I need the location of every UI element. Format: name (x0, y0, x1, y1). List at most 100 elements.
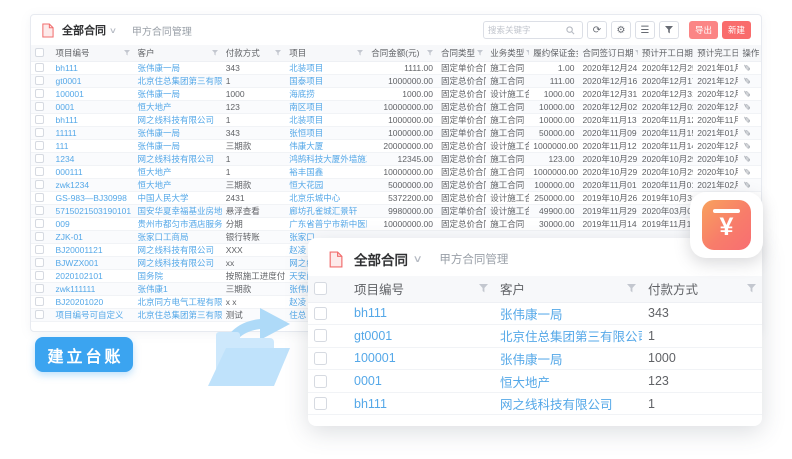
edit-icon[interactable]: ✎ (741, 90, 752, 98)
row-checkbox[interactable] (35, 193, 44, 202)
cell-customer[interactable]: 北京住总集团第三有限公司 (134, 74, 222, 87)
filter-icon[interactable] (477, 50, 483, 56)
cell-customer[interactable]: 中国人民大学 (134, 191, 222, 204)
cell-customer[interactable]: 张伟康一局 (134, 126, 222, 139)
cell-project[interactable]: 伟康大厦 (285, 139, 367, 152)
cell-project_no[interactable]: 5715021503190101 (52, 204, 134, 217)
cell-project_no[interactable]: ZJK-01 (52, 230, 134, 243)
cell-project_no[interactable]: BJ20201020 (52, 295, 134, 308)
cell-project_no[interactable]: bh111 (348, 392, 494, 415)
cell-customer[interactable]: 恒大地产 (494, 370, 642, 393)
cell-customer[interactable]: 张伟康一局 (494, 347, 642, 370)
cell-customer[interactable]: 恒大地产 (134, 165, 222, 178)
filter-icon[interactable] (627, 284, 636, 293)
create-ledger-button[interactable]: 建立台账 (35, 337, 133, 372)
cell-project_no[interactable]: 2020102101 (52, 269, 134, 282)
cell-project_no[interactable]: bh111 (348, 302, 494, 325)
ledger-fab[interactable]: ¥ (690, 192, 763, 258)
edit-icon[interactable]: ✎ (741, 129, 752, 137)
row-checkbox[interactable] (35, 219, 44, 228)
cell-project_no[interactable]: 11111 (52, 126, 134, 139)
cell-project[interactable]: 北装项目 (285, 113, 367, 126)
filter-icon[interactable] (635, 50, 637, 56)
cell-project_no[interactable]: GS-983—BJ30998 (52, 191, 134, 204)
cell-project_no[interactable]: 项目编号可自定义 (52, 308, 134, 321)
cell-project[interactable]: 国泰项目 (285, 74, 367, 87)
cell-customer[interactable]: 张家口工商局 (134, 230, 222, 243)
cell-customer[interactable]: 恒大地产 (134, 178, 222, 191)
edit-icon[interactable]: ✎ (741, 77, 752, 85)
cell-customer[interactable]: 网之线科技有限公司 (134, 256, 222, 269)
cell-project[interactable]: 北装项目 (285, 61, 367, 74)
cell-project_no[interactable]: 0001 (348, 370, 494, 393)
filter-icon[interactable] (659, 21, 679, 39)
cell-project_no[interactable]: 000111 (52, 165, 134, 178)
cell-customer[interactable]: 张伟康一局 (494, 302, 642, 325)
cell-project[interactable]: 鸿鹄科技大厦外墙施工项目 (285, 152, 367, 165)
cell-project_no[interactable]: BJWZX001 (52, 256, 134, 269)
edit-icon[interactable]: ✎ (741, 116, 752, 124)
row-checkbox[interactable] (314, 397, 327, 410)
export-button[interactable]: 导出 (689, 21, 718, 39)
cell-customer[interactable]: 国安华夏幸福基业房地产… (134, 204, 222, 217)
row-checkbox[interactable] (35, 232, 44, 241)
row-checkbox[interactable] (35, 245, 44, 254)
cell-project_no[interactable]: BJ20001121 (52, 243, 134, 256)
row-checkbox[interactable] (35, 258, 44, 267)
search-input[interactable] (488, 25, 566, 35)
row-checkbox[interactable] (35, 206, 44, 215)
row-checkbox[interactable] (35, 284, 44, 293)
edit-icon[interactable]: ✎ (741, 64, 752, 72)
cell-customer[interactable]: 张伟康一局 (134, 61, 222, 74)
cell-project[interactable]: 张恒项目 (285, 126, 367, 139)
cell-project_no[interactable]: 0001 (52, 100, 134, 113)
row-checkbox[interactable] (314, 307, 327, 320)
filter-icon[interactable] (212, 50, 218, 56)
cell-customer[interactable]: 张伟康一局 (134, 139, 222, 152)
row-checkbox[interactable] (35, 115, 44, 124)
chevron-down-icon[interactable]: ∨ (109, 26, 117, 35)
list-icon[interactable]: ☰ (635, 21, 655, 39)
filter-icon[interactable] (526, 50, 529, 56)
row-checkbox[interactable] (35, 128, 44, 137)
filter-icon[interactable] (357, 50, 363, 56)
create-button[interactable]: 新建 (722, 21, 751, 39)
row-checkbox[interactable] (35, 297, 44, 306)
cell-customer[interactable]: 张伟康一局 (134, 87, 222, 100)
cell-project_no[interactable]: bh111 (52, 61, 134, 74)
row-checkbox[interactable] (35, 167, 44, 176)
cell-project_no[interactable]: bh111 (52, 113, 134, 126)
cell-customer[interactable]: 恒大地产 (134, 100, 222, 113)
cell-project_no[interactable]: 100001 (348, 347, 494, 370)
cell-project[interactable]: 广东省普宁市新中医医院… (285, 217, 367, 230)
cell-project_no[interactable]: 009 (52, 217, 134, 230)
select-all-checkbox[interactable] (35, 48, 44, 57)
cell-customer[interactable]: 网之线科技有限公司 (494, 392, 642, 415)
row-checkbox[interactable] (35, 310, 44, 319)
edit-icon[interactable]: ✎ (741, 181, 752, 189)
chevron-down-icon[interactable]: ∨ (413, 254, 423, 265)
gear-icon[interactable]: ⚙ (611, 21, 631, 39)
row-checkbox[interactable] (35, 76, 44, 85)
cell-customer[interactable]: 网之线科技有限公司 (134, 243, 222, 256)
edit-icon[interactable]: ✎ (741, 142, 752, 150)
cell-project_no[interactable]: 1234 (52, 152, 134, 165)
filter-icon[interactable] (427, 50, 433, 56)
cell-project[interactable]: 海底捞 (285, 87, 367, 100)
filter-icon[interactable] (275, 50, 281, 56)
row-checkbox[interactable] (35, 102, 44, 111)
filter-icon[interactable] (479, 284, 488, 293)
row-checkbox[interactable] (35, 89, 44, 98)
cell-project[interactable]: 裕丰国鑫 (285, 165, 367, 178)
row-checkbox[interactable] (35, 154, 44, 163)
cell-project[interactable]: 南区项目 (285, 100, 367, 113)
filter-icon[interactable] (124, 50, 130, 56)
cell-customer[interactable]: 网之线科技有限公司 (134, 152, 222, 165)
cell-project[interactable]: 恒大花园 (285, 178, 367, 191)
cell-project[interactable]: 廊坊孔雀城汇景轩 (285, 204, 367, 217)
row-checkbox[interactable] (314, 352, 327, 365)
row-checkbox[interactable] (314, 329, 327, 342)
cell-project_no[interactable]: zwk111111 (52, 282, 134, 295)
refresh-icon[interactable]: ⟳ (587, 21, 607, 39)
cell-project_no[interactable]: 100001 (52, 87, 134, 100)
